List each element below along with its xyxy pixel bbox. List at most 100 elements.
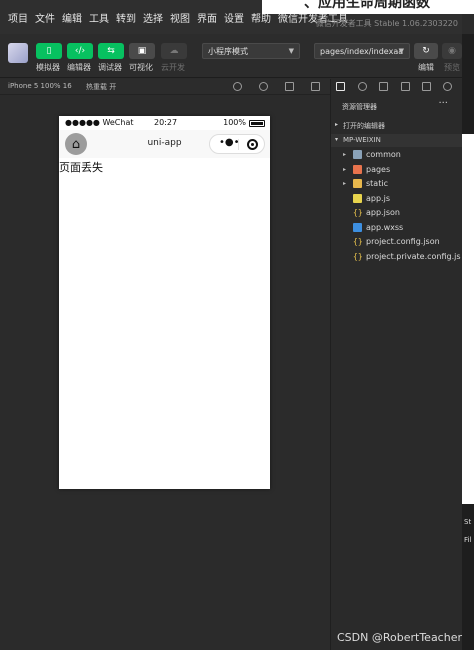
editor-label: 编辑器 <box>67 63 91 72</box>
cloud-icon[interactable] <box>443 82 452 91</box>
status-bar: ●●●●● WeChat 20:27 100% <box>59 116 270 130</box>
avatar[interactable] <box>8 43 28 63</box>
chevron-down-icon: ▼ <box>398 47 404 55</box>
debugger-label: 调试器 <box>98 63 122 72</box>
folder-icon <box>353 179 362 188</box>
chevron-right-icon: ▸ <box>343 151 347 158</box>
json-file-icon: {} <box>353 252 363 261</box>
menu-item-settings[interactable]: 设置 <box>224 10 244 25</box>
menu-item-select[interactable]: 选择 <box>143 10 163 25</box>
mode-select[interactable]: 小程序模式 ▼ <box>202 43 300 59</box>
menu-item-goto[interactable]: 转到 <box>116 10 136 25</box>
chevron-down-icon: ▾ <box>335 136 339 143</box>
simulator-label: 模拟器 <box>36 63 60 72</box>
editor-button[interactable]: ‹/› <box>67 43 93 59</box>
tree-item-label: project.private.config.js <box>366 252 461 261</box>
background-text-2: Fil <box>464 536 472 544</box>
tree-folder-pages[interactable]: ▸ pages <box>331 163 462 177</box>
json-file-icon: {} <box>353 208 363 217</box>
background-text-1: St <box>464 518 472 526</box>
battery-text: 100% <box>223 118 246 127</box>
open-editors-label: 打开的编辑器 <box>343 122 385 130</box>
eye-icon: ◉ <box>448 46 456 56</box>
nav-bar: ⌂ uni-app •●• <box>59 130 270 158</box>
background-page <box>462 134 474 504</box>
tree-item-label: app.js <box>366 194 390 203</box>
visual-button[interactable]: ▣ <box>129 43 155 59</box>
device-select[interactable]: iPhone 5 100% 16 <box>8 82 72 90</box>
phone-screen[interactable]: ●●●●● WeChat 20:27 100% ⌂ uni-app •●• 页面… <box>59 116 270 489</box>
cloud-icon: ☁ <box>169 46 179 56</box>
menu-item-tools[interactable]: 工具 <box>89 10 109 25</box>
capsule-divider <box>238 139 239 150</box>
chevron-down-icon: ▼ <box>288 47 294 55</box>
folder-icon <box>353 150 362 159</box>
simulator-bar: iPhone 5 100% 16 热重载 开 <box>0 79 330 95</box>
code-icon: ‹/› <box>74 46 86 56</box>
tree-item-label: pages <box>366 165 391 174</box>
debug-icon[interactable] <box>401 82 410 91</box>
files-icon[interactable] <box>336 82 345 91</box>
simulator-button[interactable]: ▯ <box>36 43 62 59</box>
refresh-icon[interactable] <box>233 82 242 91</box>
debug-icon: ⇆ <box>107 46 115 56</box>
compile-label: 编辑 <box>418 63 434 72</box>
cloud-button[interactable]: ☁ <box>161 43 187 59</box>
menu-item-view[interactable]: 视图 <box>170 10 190 25</box>
tree-file-project-private-config[interactable]: {} project.private.config.js <box>331 250 462 264</box>
device-icon[interactable] <box>285 82 294 91</box>
cloud-label: 云开发 <box>161 63 185 72</box>
open-editors-section[interactable]: ▸ 打开的编辑器 <box>331 119 462 132</box>
tree-file-project-config[interactable]: {} project.config.json <box>331 235 462 249</box>
explorer-tabs <box>331 79 462 95</box>
path-select[interactable]: pages/index/indexaa ▼ <box>314 43 410 59</box>
git-icon[interactable] <box>379 82 388 91</box>
css-file-icon <box>353 223 362 232</box>
close-circle-icon[interactable] <box>247 139 258 150</box>
refresh-icon: ↻ <box>422 46 430 56</box>
watermark: CSDN @RobertTeacher <box>337 631 462 644</box>
tree-file-app-js[interactable]: app.js <box>331 192 462 206</box>
capsule-menu[interactable]: •●• <box>209 134 265 154</box>
battery-icon <box>249 120 265 127</box>
project-section[interactable]: ▾ MP-WEIXIN <box>331 134 462 147</box>
chevron-right-icon: ▸ <box>343 180 347 187</box>
tree-folder-static[interactable]: ▸ static <box>331 177 462 191</box>
detach-icon[interactable] <box>311 82 320 91</box>
explorer-header: 资源管理器 <box>342 103 377 111</box>
debugger-button[interactable]: ⇆ <box>98 43 124 59</box>
more-dots-icon[interactable]: •●• <box>219 137 240 148</box>
menu-item-interface[interactable]: 界面 <box>197 10 217 25</box>
js-file-icon <box>353 194 362 203</box>
background-document: 、应用生命周期函数 <box>262 0 474 14</box>
mode-select-value: 小程序模式 <box>208 46 248 56</box>
signal-text: ●●●●● WeChat <box>65 118 134 127</box>
visual-label: 可视化 <box>129 63 153 72</box>
page-lost-text: 页面丢失 <box>59 161 103 174</box>
chevron-right-icon: ▸ <box>335 121 339 128</box>
more-icon[interactable]: ··· <box>438 98 448 109</box>
search-icon[interactable] <box>358 82 367 91</box>
tree-file-app-wxss[interactable]: app.wxss <box>331 221 462 235</box>
extensions-icon[interactable] <box>422 82 431 91</box>
layout-icon: ▣ <box>137 46 147 56</box>
hot-reload-toggle[interactable]: 热重载 开 <box>86 82 116 92</box>
background-window-edge: St Fil <box>462 34 474 650</box>
tree-file-app-json[interactable]: {} app.json <box>331 206 462 220</box>
preview-label: 预览 <box>444 63 460 72</box>
explorer-panel: 资源管理器 ··· ▸ 打开的编辑器 ▾ MP-WEIXIN ▸ common … <box>331 79 462 650</box>
menu-item-project[interactable]: 项目 <box>8 10 28 25</box>
menu-item-file[interactable]: 文件 <box>35 10 55 25</box>
background-heading: 、应用生命周期函数 <box>304 0 430 11</box>
compile-button[interactable]: ↻ <box>414 43 438 59</box>
tree-folder-common[interactable]: ▸ common <box>331 148 462 162</box>
simulator-area: ●●●●● WeChat 20:27 100% ⌂ uni-app •●• 页面… <box>0 96 330 650</box>
tree-item-label: app.json <box>366 208 400 217</box>
toolbar: ▯ 模拟器 ‹/› 编辑器 ⇆ 调试器 ▣ 可视化 ☁ 云开发 小程序模式 ▼ … <box>0 34 474 78</box>
preview-button[interactable]: ◉ <box>442 43 462 59</box>
tree-item-label: common <box>366 150 401 159</box>
menu-item-edit[interactable]: 编辑 <box>62 10 82 25</box>
tree-item-label: project.config.json <box>366 237 440 246</box>
devtools-window: 项目 文件 编辑 工具 转到 选择 视图 界面 设置 帮助 微信开发者工具 微信… <box>0 0 474 650</box>
stop-icon[interactable] <box>259 82 268 91</box>
